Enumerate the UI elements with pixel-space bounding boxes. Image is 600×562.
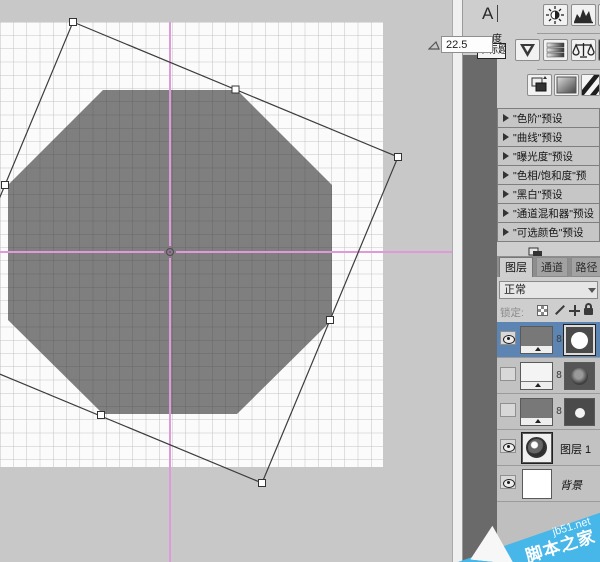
text-letter-a: A xyxy=(482,4,493,24)
mask-circle xyxy=(575,408,585,418)
disclosure-triangle-icon xyxy=(503,133,509,141)
layer-name[interactable]: 图层 1 xyxy=(560,441,591,457)
tab-paths[interactable]: 路径 xyxy=(571,257,600,277)
layer-row-adjustment-2[interactable]: 8 xyxy=(497,358,600,394)
lock-pixels-icon[interactable] xyxy=(555,305,565,315)
disclosure-triangle-icon xyxy=(503,209,509,217)
disclosure-triangle-icon xyxy=(503,228,509,236)
visibility-toggle[interactable] xyxy=(500,439,516,453)
visibility-toggle[interactable] xyxy=(500,367,516,381)
disclosure-triangle-icon xyxy=(503,190,509,198)
blend-mode-select[interactable]: 正常 xyxy=(499,281,598,299)
panel-dock-divider xyxy=(463,55,497,562)
layer-row-adjustment-1[interactable]: 8 xyxy=(497,322,600,358)
channel-mixer-icon[interactable] xyxy=(581,74,600,96)
preset-group-selective-color[interactable]: "可选颜色"预设 xyxy=(497,222,600,242)
degree-label: 度 xyxy=(492,30,502,45)
disclosure-triangle-icon xyxy=(503,171,509,179)
layer-thumbnail[interactable] xyxy=(522,433,552,463)
visibility-toggle[interactable] xyxy=(500,403,516,417)
layer-mask-thumbnail[interactable] xyxy=(564,325,595,355)
levels-icon[interactable] xyxy=(571,4,596,26)
lock-label: 锁定: xyxy=(500,305,524,320)
preset-group-levels[interactable]: "色阶"预设 xyxy=(497,108,600,128)
transform-handle-right-mid[interactable] xyxy=(327,317,334,324)
preset-group-channel-mixer[interactable]: "通道混和器"预设 xyxy=(497,203,600,223)
lock-position-icon[interactable] xyxy=(569,305,580,316)
chevron-down-icon xyxy=(588,288,596,293)
document-grid xyxy=(0,22,383,467)
angle-icon xyxy=(428,39,440,51)
link-icon: 8 xyxy=(556,406,562,417)
divider xyxy=(537,69,600,70)
transform-handle-bottom-right[interactable] xyxy=(259,480,266,487)
rotation-angle-value: 22.5 xyxy=(441,36,493,53)
blend-mode-value: 正常 xyxy=(504,284,526,296)
vibrance-icon[interactable] xyxy=(515,39,540,61)
canvas-area xyxy=(0,0,452,562)
lock-all-icon[interactable] xyxy=(584,308,593,315)
watermark: jb51.net 脚本之家 xyxy=(458,504,600,562)
photoshop-window: 22.5 度 未标题 A xyxy=(0,0,600,562)
layer-row-background[interactable]: 背景 xyxy=(497,466,600,502)
eye-icon xyxy=(503,479,515,488)
adjustment-thumbnail[interactable] xyxy=(520,398,553,426)
mask-circle xyxy=(571,332,588,349)
layer-row-adjustment-3[interactable]: 8 xyxy=(497,394,600,430)
link-icon: 8 xyxy=(556,370,562,381)
color-balance-icon[interactable] xyxy=(571,39,596,61)
visibility-toggle[interactable] xyxy=(500,331,516,345)
lock-transparency-icon[interactable] xyxy=(537,305,548,316)
eye-icon xyxy=(503,443,515,452)
layer-row-layer1[interactable]: 图层 1 xyxy=(497,430,600,466)
preset-group-black-white[interactable]: "黑白"预设 xyxy=(497,184,600,204)
transform-handle-top-right[interactable] xyxy=(395,154,402,161)
disclosure-triangle-icon xyxy=(503,114,509,122)
preset-group-exposure[interactable]: "曝光度"预设 xyxy=(497,146,600,166)
photo-filter-icon[interactable] xyxy=(527,74,552,96)
text-cursor xyxy=(497,5,498,22)
tab-layers[interactable]: 图层 xyxy=(499,257,533,277)
hue-saturation-icon[interactable] xyxy=(543,39,568,61)
layer-thumbnail[interactable] xyxy=(522,469,552,499)
right-panel: "色阶"预设 "曲线"预设 "曝光度"预设 "色相/饱和度"预 "黑白"预设 "… xyxy=(497,0,600,562)
link-icon: 8 xyxy=(556,334,562,345)
mask-texture xyxy=(571,368,588,385)
preset-group-curves[interactable]: "曲线"预设 xyxy=(497,127,600,147)
tab-channels[interactable]: 通道 xyxy=(536,257,568,277)
eye-icon xyxy=(503,335,515,344)
divider xyxy=(537,33,600,34)
gradient-map-icon[interactable] xyxy=(554,74,579,96)
disclosure-triangle-icon xyxy=(503,152,509,160)
brightness-contrast-icon[interactable] xyxy=(543,4,568,26)
transform-handle-top-mid[interactable] xyxy=(232,86,239,93)
transform-handle-bottom-mid[interactable] xyxy=(98,412,105,419)
layer-name[interactable]: 背景 xyxy=(560,477,582,493)
vertical-scrollbar[interactable] xyxy=(452,0,463,562)
transform-handle-left-mid[interactable] xyxy=(2,182,9,189)
visibility-toggle[interactable] xyxy=(500,475,516,489)
layer-mask-thumbnail[interactable] xyxy=(564,362,595,390)
adjustment-thumbnail[interactable] xyxy=(520,326,553,354)
thumbnail-shape xyxy=(526,437,547,458)
layer-mask-thumbnail[interactable] xyxy=(564,398,595,426)
panel-mini-icon[interactable] xyxy=(528,245,544,256)
preset-group-hue-saturation[interactable]: "色相/饱和度"预 xyxy=(497,165,600,185)
adjustment-thumbnail[interactable] xyxy=(520,362,553,390)
transform-handle-top-left[interactable] xyxy=(70,19,77,26)
